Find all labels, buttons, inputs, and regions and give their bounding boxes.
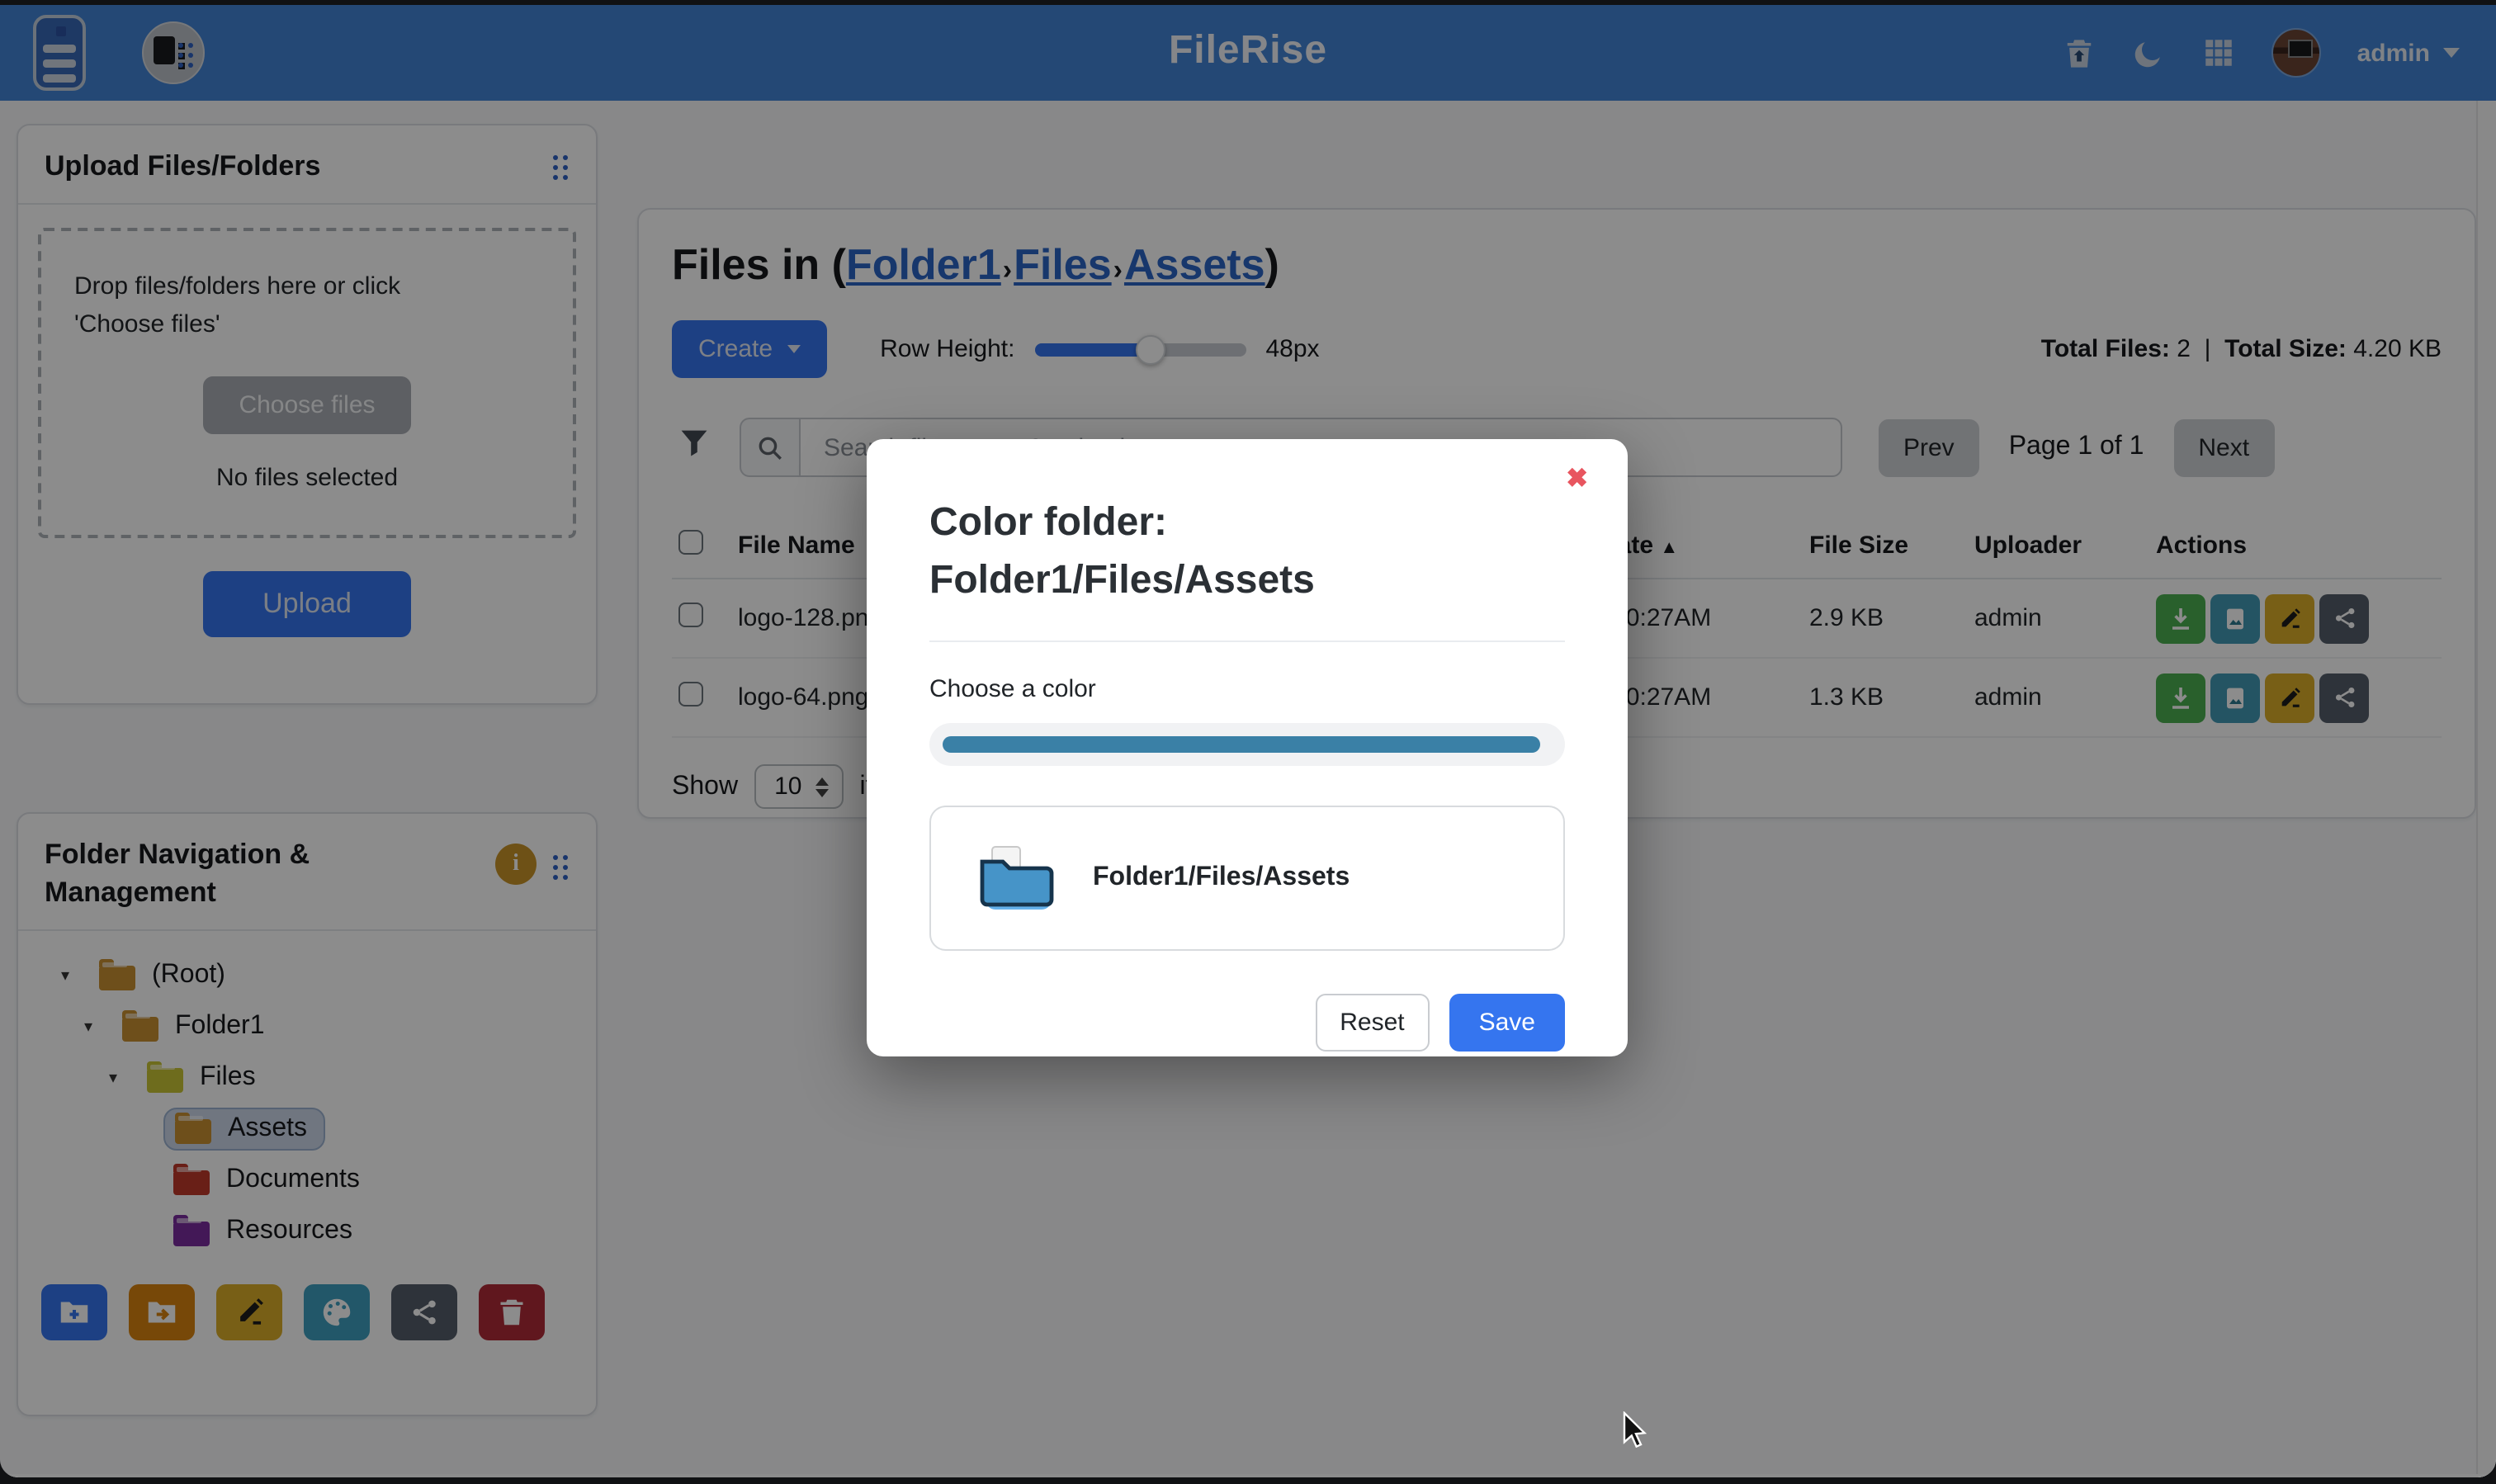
mouse-cursor [1623,1411,1656,1448]
open-folder-icon [974,839,1060,915]
color-folder-modal: ✖ Color folder: Folder1/Files/Assets Cho… [867,439,1628,1056]
save-button[interactable]: Save [1449,993,1565,1051]
divider [929,640,1565,641]
modal-title: Color folder: Folder1/Files/Assets [929,495,1565,610]
choose-color-label: Choose a color [929,674,1565,702]
color-slider-fill [943,735,1539,752]
color-slider[interactable] [929,722,1565,765]
reset-button[interactable]: Reset [1315,993,1429,1051]
folder-color-preview: Folder1/Files/Assets [929,805,1565,950]
browser-viewport: FileRise admin [0,5,2496,1477]
preview-folder-path: Folder1/Files/Assets [1093,863,1350,892]
close-icon[interactable]: ✖ [1566,462,1588,495]
